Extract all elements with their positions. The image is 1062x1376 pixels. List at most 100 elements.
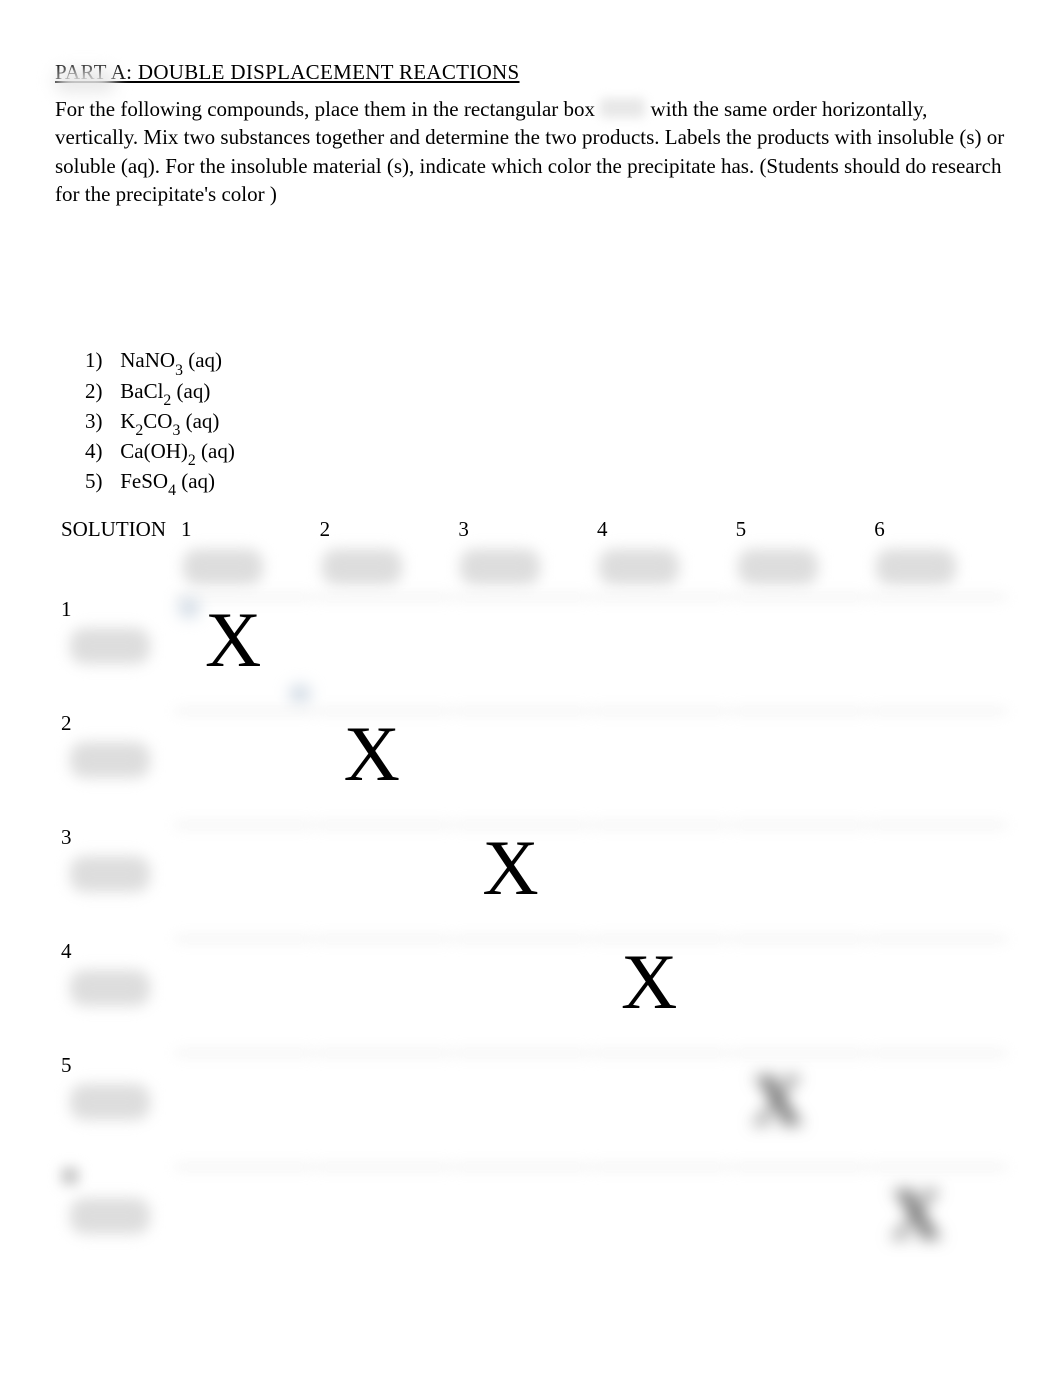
redacted-blur bbox=[599, 549, 679, 585]
list-number: 5) bbox=[85, 469, 115, 494]
reaction-cell[interactable] bbox=[591, 593, 730, 707]
formula-sub: 2 bbox=[188, 452, 196, 469]
list-item: 2) BaCl2 (aq) bbox=[85, 379, 1007, 408]
reaction-cell[interactable] bbox=[314, 1163, 453, 1277]
formula-text: K bbox=[120, 409, 135, 433]
formula-state: (aq) bbox=[183, 348, 222, 372]
reaction-cell[interactable] bbox=[452, 1163, 591, 1277]
formula-sub: 4 bbox=[168, 482, 176, 499]
formula-text: NaNO bbox=[120, 348, 175, 372]
redacted-box-icon bbox=[600, 98, 645, 118]
formula-sub: 2 bbox=[135, 422, 143, 439]
row-header: 5 bbox=[55, 1049, 175, 1163]
compound-list: 1) NaNO3 (aq) 2) BaCl2 (aq) 3) K2CO3 (aq… bbox=[85, 348, 1007, 498]
column-header: 4 bbox=[591, 513, 730, 593]
list-number: 4) bbox=[85, 439, 115, 464]
reaction-cell[interactable] bbox=[175, 935, 314, 1049]
redacted-blur bbox=[876, 549, 956, 585]
table-row: 1 X bbox=[55, 593, 1007, 707]
column-header: 1 bbox=[175, 513, 314, 593]
redacted-blur bbox=[70, 1198, 150, 1234]
list-item: 1) NaNO3 (aq) bbox=[85, 348, 1007, 377]
list-item: 3) K2CO3 (aq) bbox=[85, 409, 1007, 438]
reaction-cell[interactable] bbox=[730, 1163, 869, 1277]
row-header: 3 bbox=[55, 821, 175, 935]
reaction-cell[interactable] bbox=[730, 935, 869, 1049]
row-header: 4 bbox=[55, 935, 175, 1049]
row-header: 1 bbox=[55, 593, 175, 707]
reaction-cell[interactable] bbox=[314, 935, 453, 1049]
reaction-cell[interactable] bbox=[452, 935, 591, 1049]
reaction-cell[interactable] bbox=[868, 935, 1007, 1049]
x-mark: X bbox=[205, 601, 261, 679]
redacted-blur bbox=[322, 549, 402, 585]
reaction-cell[interactable] bbox=[314, 821, 453, 935]
formula-sub: 2 bbox=[163, 392, 171, 409]
table-row: 4 X bbox=[55, 935, 1007, 1049]
diagonal-cell: X bbox=[175, 593, 314, 707]
list-item: 5) FeSO4 (aq) bbox=[85, 469, 1007, 498]
redacted-blur bbox=[61, 1167, 79, 1185]
column-header: 5 bbox=[730, 513, 869, 593]
table-row: 2 X bbox=[55, 707, 1007, 821]
header-solution-cell: SOLUTION bbox=[55, 513, 175, 593]
reaction-cell[interactable] bbox=[868, 707, 1007, 821]
redacted-blur bbox=[70, 742, 150, 778]
x-mark: X bbox=[621, 943, 677, 1021]
list-number: 2) bbox=[85, 379, 115, 404]
x-mark-blurred: X bbox=[752, 1059, 804, 1142]
reaction-cell[interactable] bbox=[175, 1163, 314, 1277]
formula-sub: 3 bbox=[172, 422, 180, 439]
table-row: 5 X bbox=[55, 1049, 1007, 1163]
redacted-blur bbox=[183, 549, 263, 585]
redacted-blur bbox=[70, 970, 150, 1006]
column-header: 6 bbox=[868, 513, 1007, 593]
reaction-cell[interactable] bbox=[175, 821, 314, 935]
reaction-cell[interactable] bbox=[868, 1049, 1007, 1163]
formula-state: (aq) bbox=[176, 469, 215, 493]
reaction-cell[interactable] bbox=[175, 707, 314, 821]
reaction-cell[interactable] bbox=[175, 1049, 314, 1163]
reaction-cell[interactable] bbox=[314, 1049, 453, 1163]
formula-text: CO bbox=[143, 409, 172, 433]
reaction-cell[interactable] bbox=[452, 707, 591, 821]
reaction-cell[interactable] bbox=[452, 1049, 591, 1163]
redacted-blur bbox=[70, 1084, 150, 1120]
reaction-cell[interactable] bbox=[591, 1049, 730, 1163]
diagonal-cell: X bbox=[452, 821, 591, 935]
reaction-cell[interactable] bbox=[868, 821, 1007, 935]
reaction-cell[interactable] bbox=[591, 1163, 730, 1277]
reaction-cell[interactable] bbox=[314, 593, 453, 707]
instructions-text: For the following compounds, place them … bbox=[55, 95, 1007, 208]
diagonal-cell: X bbox=[730, 1049, 869, 1163]
instructions-part1: For the following compounds, place them … bbox=[55, 97, 600, 121]
formula-state: (aq) bbox=[196, 439, 235, 463]
formula-text: BaCl bbox=[120, 379, 163, 403]
reaction-cell[interactable] bbox=[730, 593, 869, 707]
formula-text: Ca(OH) bbox=[120, 439, 188, 463]
reaction-cell[interactable] bbox=[591, 707, 730, 821]
section-title: PART A: DOUBLE DISPLACEMENT REACTIONS bbox=[55, 60, 1007, 85]
x-mark-blurred: X bbox=[890, 1173, 942, 1256]
formula-state: (aq) bbox=[171, 379, 210, 403]
reaction-cell[interactable] bbox=[868, 593, 1007, 707]
formula-text: FeSO bbox=[120, 469, 168, 493]
formula-sub: 3 bbox=[175, 362, 183, 379]
redacted-blur bbox=[70, 856, 150, 892]
diagonal-cell: X bbox=[314, 707, 453, 821]
x-mark: X bbox=[482, 829, 538, 907]
reaction-cell[interactable] bbox=[730, 821, 869, 935]
reaction-cell[interactable] bbox=[452, 593, 591, 707]
redacted-blur bbox=[70, 628, 150, 664]
redacted-blur bbox=[460, 549, 540, 585]
list-item: 4) Ca(OH)2 (aq) bbox=[85, 439, 1007, 468]
reaction-table: SOLUTION 1 2 3 4 5 6 1 X 2 X 3 bbox=[55, 513, 1007, 1277]
redacted-blur bbox=[738, 549, 818, 585]
column-header: 2 bbox=[314, 513, 453, 593]
reaction-table-container: SOLUTION 1 2 3 4 5 6 1 X 2 X 3 bbox=[55, 513, 1007, 1277]
reaction-cell[interactable] bbox=[591, 821, 730, 935]
table-row: 3 X bbox=[55, 821, 1007, 935]
formula-state: (aq) bbox=[180, 409, 219, 433]
reaction-cell[interactable] bbox=[730, 707, 869, 821]
row-header bbox=[55, 1163, 175, 1277]
